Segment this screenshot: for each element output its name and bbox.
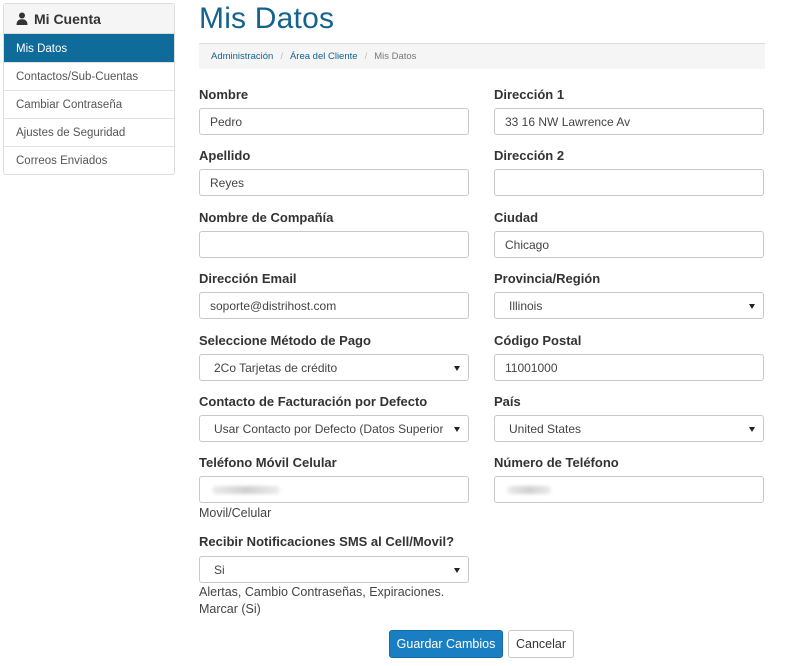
ciudad-value: Chicago [505,237,550,252]
sidebar-item-label: Cambiar Contraseña [16,98,123,111]
contacto-facturacion-select[interactable]: Usar Contacto por Defecto (Datos Superio… [199,415,469,442]
contacto-facturacion-label: Contacto de Facturación por Defecto [199,394,428,409]
redacted-phone-value [507,485,551,494]
account-sidebar: Mi Cuenta Mis Datos Contactos/Sub-Cuenta… [3,3,175,175]
codigo-postal-label: Código Postal [494,333,582,348]
breadcrumb-current: Mis Datos [374,51,417,62]
direccion1-input[interactable]: 33 16 NW Lawrence Av [494,108,764,135]
direccion2-input[interactable] [494,169,764,196]
breadcrumb-separator: / [364,51,368,62]
metodo-pago-select[interactable]: 2Co Tarjetas de crédito [199,354,469,381]
page-title: Mis Datos [199,2,335,35]
sidebar-item-label: Ajustes de Seguridad [16,126,126,139]
save-button[interactable]: Guardar Cambios [389,630,503,658]
redacted-phone-value [212,485,280,494]
email-value: soporte@distrihost.com [210,298,337,313]
email-label: Dirección Email [199,271,297,286]
apellido-value: Reyes [210,175,245,190]
telefono-input[interactable] [494,476,764,503]
sidebar-item-cambiar-contrasena[interactable]: Cambiar Contraseña [4,90,174,118]
sidebar-item-ajustes-seguridad[interactable]: Ajustes de Seguridad [4,118,174,146]
apellido-input[interactable]: Reyes [199,169,469,196]
breadcrumb-link-area-cliente[interactable]: Área del Cliente [290,51,358,62]
telefono-label: Número de Teléfono [494,455,619,470]
caret-down-icon [454,426,460,432]
sidebar-item-label: Contactos/Sub-Cuentas [16,70,139,83]
ciudad-input[interactable]: Chicago [494,231,764,258]
sidebar-item-mis-datos[interactable]: Mis Datos [4,34,174,62]
telefono-movil-label: Teléfono Móvil Celular [199,455,337,470]
provincia-value: Illinois [509,298,543,313]
sidebar-item-contactos[interactable]: Contactos/Sub-Cuentas [4,62,174,90]
sms-value: Si [214,562,225,577]
pais-value: United States [509,421,582,436]
sms-select[interactable]: Si [199,556,469,583]
nombre-value: Pedro [210,114,243,129]
pais-label: País [494,394,521,409]
caret-down-icon [749,303,755,309]
caret-down-icon [454,365,460,371]
direccion2-label: Dirección 2 [494,148,565,163]
codigo-postal-value: 11001000 [505,360,558,375]
provincia-label: Provincia/Región [494,271,601,286]
sidebar-header: Mi Cuenta [4,4,174,34]
breadcrumb-separator: / [280,51,283,62]
metodo-pago-value: 2Co Tarjetas de crédito [214,360,338,375]
compania-label: Nombre de Compañía [199,210,334,225]
provincia-select[interactable]: Illinois [494,292,764,319]
direccion1-value: 33 16 NW Lawrence Av [505,114,631,129]
pais-select[interactable]: United States [494,415,764,442]
breadcrumb: Administración / Área del Cliente / Mis … [199,43,765,69]
sidebar-title: Mi Cuenta [34,10,101,27]
sidebar-item-label: Mis Datos [16,42,68,55]
sidebar-item-correos-enviados[interactable]: Correos Enviados [4,146,174,174]
breadcrumb-link-administracion[interactable]: Administración [211,51,273,62]
caret-down-icon [454,567,460,573]
ciudad-label: Ciudad [494,210,539,225]
nombre-label: Nombre [199,87,249,102]
codigo-postal-input[interactable]: 11001000 [494,354,764,381]
sidebar-item-label: Correos Enviados [16,154,108,167]
telefono-movil-help: Movil/Celular [199,506,272,520]
telefono-movil-input[interactable] [199,476,469,503]
email-input[interactable]: soporte@distrihost.com [199,292,469,319]
apellido-label: Apellido [199,148,251,163]
cancel-button[interactable]: Cancelar [508,630,574,658]
compania-input[interactable] [199,231,469,258]
direccion1-label: Dirección 1 [494,87,565,102]
contacto-facturacion-value: Usar Contacto por Defecto (Datos Superio… [214,421,444,436]
user-icon [16,12,28,25]
nombre-input[interactable]: Pedro [199,108,469,135]
caret-down-icon [749,426,755,432]
metodo-pago-label: Seleccione Método de Pago [199,333,371,348]
sms-help: Alertas, Cambio Contraseñas, Expiracione… [199,585,445,616]
sms-label: Recibir Notificaciones SMS al Cell/Movil… [199,534,455,549]
